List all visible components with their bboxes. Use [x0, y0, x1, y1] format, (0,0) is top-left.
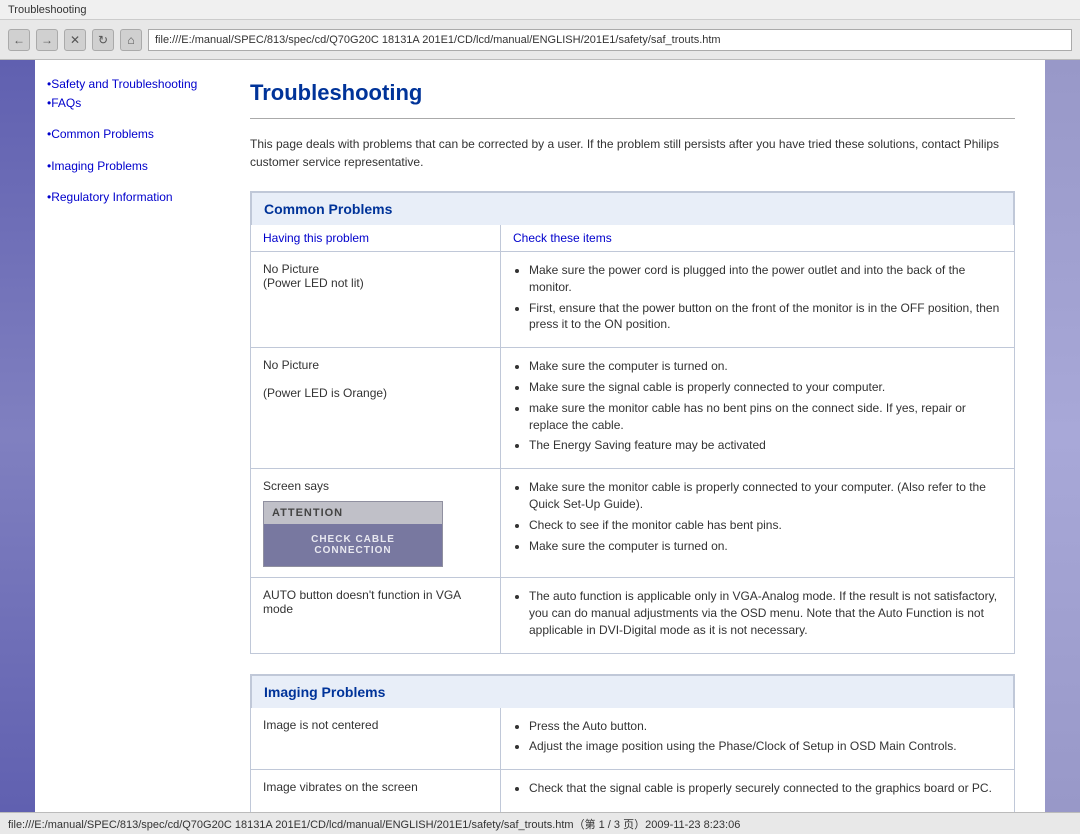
solution-item: First, ensure that the power button on t… [529, 300, 1002, 334]
solution-item: Make sure the power cord is plugged into… [529, 262, 1002, 296]
page-title: Troubleshooting [250, 80, 1015, 106]
solution-item: Make sure the computer is turned on. [529, 358, 1002, 375]
content-area: Troubleshooting This page deals with pro… [220, 60, 1045, 812]
sidebar-link-common[interactable]: •Common Problems [47, 125, 208, 144]
forward-button[interactable]: → [36, 29, 58, 51]
solution-cell: Press the Auto button. Adjust the image … [501, 708, 1014, 770]
status-bar-text: file:///E:/manual/SPEC/813/spec/cd/Q70G2… [8, 816, 740, 832]
solution-item: The auto function is applicable only in … [529, 588, 1002, 638]
main-layout: •Safety and Troubleshooting •FAQs •Commo… [0, 60, 1080, 812]
solution-cell: The auto function is applicable only in … [501, 578, 1014, 652]
sidebar: •Safety and Troubleshooting •FAQs •Commo… [35, 60, 220, 812]
sidebar-group-3: •Imaging Problems [47, 157, 208, 176]
problem-cell: Screen says ATTENTION CHECK CABLE CONNEC… [251, 469, 501, 577]
solution-item: Check that the signal cable is properly … [529, 780, 1002, 797]
solution-cell: Check that the signal cable is properly … [501, 770, 1014, 812]
attention-header: ATTENTION [264, 502, 442, 524]
table-header-row: Having this problem Check these items [251, 225, 1014, 252]
solution-item: The Energy Saving feature may be activat… [529, 437, 1002, 454]
browser-chrome: ← → ✕ ↻ ⌂ [0, 20, 1080, 60]
solution-item: Check to see if the monitor cable has be… [529, 517, 1002, 534]
table-row: Image vibrates on the screen Check that … [251, 770, 1014, 812]
sidebar-link-safety[interactable]: •Safety and Troubleshooting [47, 75, 208, 94]
attention-box: ATTENTION CHECK CABLE CONNECTION [263, 501, 443, 567]
attention-body: CHECK CABLE CONNECTION [264, 524, 442, 566]
intro-text: This page deals with problems that can b… [250, 135, 1015, 171]
problem-cell: No Picture(Power LED not lit) [251, 252, 501, 347]
solution-item: Make sure the monitor cable is properly … [529, 479, 1002, 513]
table-row: AUTO button doesn't function in VGA mode… [251, 578, 1014, 652]
status-bar: file:///E:/manual/SPEC/813/spec/cd/Q70G2… [0, 812, 1080, 834]
common-problems-section: Common Problems Having this problem Chec… [250, 191, 1015, 654]
imaging-problems-section: Imaging Problems Image is not centered P… [250, 674, 1015, 812]
solution-cell: Make sure the power cord is plugged into… [501, 252, 1014, 347]
table-row: Screen says ATTENTION CHECK CABLE CONNEC… [251, 469, 1014, 578]
imaging-problems-header: Imaging Problems [251, 675, 1014, 708]
sidebar-group-1: •Safety and Troubleshooting •FAQs [47, 75, 208, 113]
stop-button[interactable]: ✕ [64, 29, 86, 51]
column-header-solution: Check these items [501, 225, 1014, 251]
solution-item: Press the Auto button. [529, 718, 1002, 735]
sidebar-group-4: •Regulatory Information [47, 188, 208, 207]
left-panel [0, 60, 35, 812]
sidebar-link-regulatory[interactable]: •Regulatory Information [47, 188, 208, 207]
right-panel [1045, 60, 1080, 812]
problem-cell: Image is not centered [251, 708, 501, 770]
table-row: No Picture(Power LED is Orange) Make sur… [251, 348, 1014, 469]
refresh-button[interactable]: ↻ [92, 29, 114, 51]
screen-says-label: Screen says [263, 479, 329, 493]
column-header-problem: Having this problem [251, 225, 501, 251]
address-bar[interactable] [148, 29, 1072, 51]
table-row: No Picture(Power LED not lit) Make sure … [251, 252, 1014, 348]
common-problems-header: Common Problems [251, 192, 1014, 225]
title-divider [250, 118, 1015, 119]
solution-item: Make sure the signal cable is properly c… [529, 379, 1002, 396]
solution-item: Make sure the computer is turned on. [529, 538, 1002, 555]
sidebar-group-2: •Common Problems [47, 125, 208, 144]
solution-item: Adjust the image position using the Phas… [529, 738, 1002, 755]
sidebar-link-imaging[interactable]: •Imaging Problems [47, 157, 208, 176]
solution-cell: Make sure the computer is turned on. Mak… [501, 348, 1014, 468]
problem-cell: No Picture(Power LED is Orange) [251, 348, 501, 468]
problem-cell: Image vibrates on the screen [251, 770, 501, 812]
title-bar-text: Troubleshooting [8, 4, 86, 16]
solution-cell: Make sure the monitor cable is properly … [501, 469, 1014, 577]
back-button[interactable]: ← [8, 29, 30, 51]
table-row: Image is not centered Press the Auto but… [251, 708, 1014, 771]
title-bar: Troubleshooting [0, 0, 1080, 20]
sidebar-link-faqs[interactable]: •FAQs [47, 94, 208, 113]
solution-item: make sure the monitor cable has no bent … [529, 400, 1002, 434]
home-button[interactable]: ⌂ [120, 29, 142, 51]
problem-cell: AUTO button doesn't function in VGA mode [251, 578, 501, 652]
